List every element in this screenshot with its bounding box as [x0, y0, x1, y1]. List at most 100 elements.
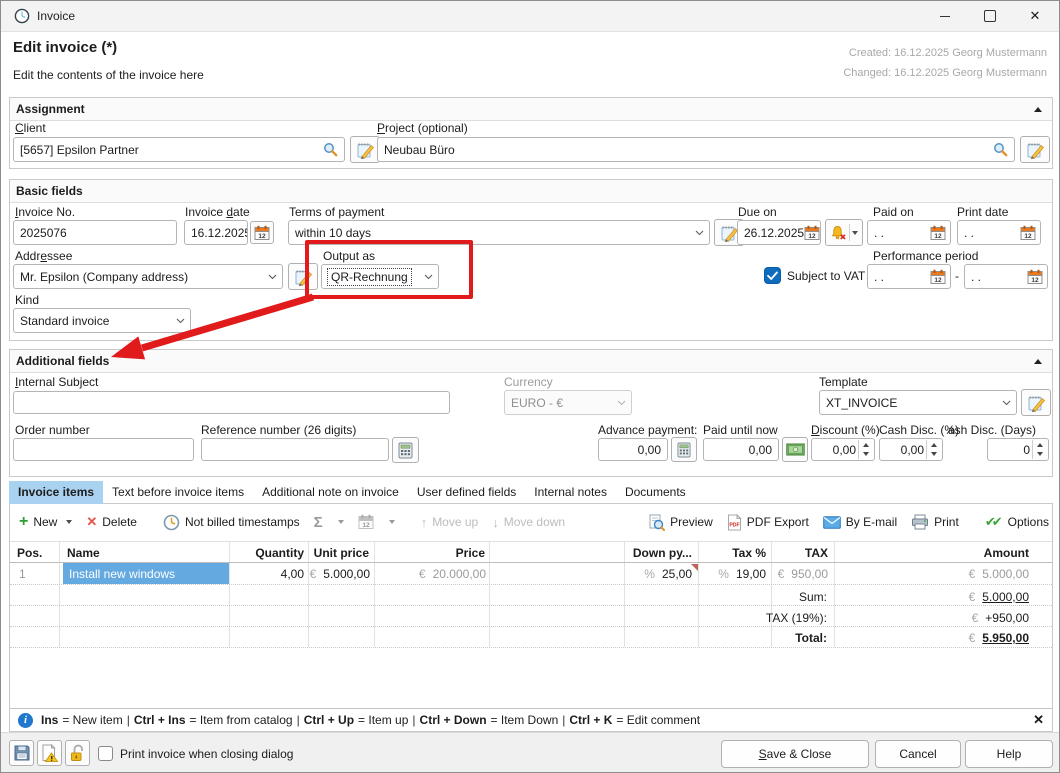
- performance-to-input[interactable]: . . 12: [964, 264, 1048, 289]
- delete-item-button[interactable]: ✕ Delete: [82, 511, 141, 533]
- search-icon[interactable]: [323, 142, 338, 157]
- save-and-close-button[interactable]: Save & Close: [721, 740, 869, 768]
- subject-to-vat-checkbox[interactable]: [764, 267, 781, 284]
- preview-button[interactable]: Preview: [644, 511, 717, 534]
- print-button[interactable]: Print: [907, 511, 963, 533]
- row-down-payment[interactable]: %25,00: [624, 567, 692, 581]
- document-warning-button[interactable]: [37, 740, 62, 766]
- calendar-icon[interactable]: 12: [930, 225, 946, 241]
- row-tax-percent[interactable]: %19,00: [698, 567, 766, 581]
- tab-user-defined-fields[interactable]: User defined fields: [408, 481, 525, 504]
- reference-number-input[interactable]: [201, 438, 389, 461]
- dropdown-arrow-icon[interactable]: [389, 520, 395, 524]
- print-on-close-checkbox[interactable]: [98, 746, 113, 761]
- due-on-input[interactable]: 26.12.2025 12: [737, 220, 821, 245]
- new-item-button[interactable]: + New: [15, 512, 76, 532]
- pdf-export-button[interactable]: PDF PDF Export: [723, 511, 813, 534]
- col-header-name[interactable]: Name: [67, 546, 100, 560]
- calendar-icon[interactable]: 12: [804, 225, 820, 241]
- col-header-pos[interactable]: Pos.: [17, 546, 42, 560]
- calendar-icon[interactable]: 12: [1027, 269, 1043, 285]
- print-on-close-label[interactable]: Print invoice when closing dialog: [120, 747, 293, 761]
- col-header-amount[interactable]: Amount: [834, 546, 1029, 560]
- client-input[interactable]: [5657] Epsilon Partner: [13, 137, 345, 162]
- move-down-button[interactable]: ↓ Move down: [488, 512, 569, 533]
- paid-until-now-input[interactable]: 0,00: [703, 438, 779, 461]
- project-input[interactable]: Neubau Büro: [377, 137, 1015, 162]
- move-up-button[interactable]: ↑ Move up: [417, 512, 483, 533]
- client-edit-button[interactable]: [350, 136, 380, 163]
- invoice-date-calendar-button[interactable]: 12: [250, 221, 274, 244]
- row-unit-price[interactable]: €5.000,00: [308, 567, 370, 581]
- performance-from-input[interactable]: . . 12: [867, 264, 951, 289]
- tab-invoice-items[interactable]: Invoice items: [9, 481, 103, 504]
- cash-discount-days-spinner[interactable]: 0: [987, 438, 1049, 461]
- date-filter-button[interactable]: 12: [354, 511, 399, 533]
- assignment-section-header[interactable]: Assignment: [10, 98, 1052, 121]
- invoice-no-input[interactable]: 2025076: [13, 220, 177, 245]
- col-header-quantity[interactable]: Quantity: [229, 546, 304, 560]
- advance-payment-input[interactable]: 0,00: [598, 438, 668, 461]
- spinner-buttons[interactable]: [1032, 440, 1047, 459]
- reference-calculator-button[interactable]: [392, 437, 419, 463]
- col-header-tax-percent[interactable]: Tax %: [698, 546, 766, 560]
- options-button[interactable]: ✔ ✔ Options: [981, 511, 1060, 533]
- payments-money-button[interactable]: [782, 437, 808, 462]
- hint-close-icon[interactable]: ✕: [1033, 712, 1044, 728]
- print-date-input[interactable]: . . 12: [957, 220, 1041, 245]
- spinner-buttons[interactable]: [926, 440, 941, 459]
- col-header-unit-price[interactable]: Unit price: [308, 546, 369, 560]
- addressee-edit-button[interactable]: [288, 263, 318, 290]
- row-amount[interactable]: €5.000,00: [834, 567, 1029, 581]
- row-tax[interactable]: €950,00: [771, 567, 828, 581]
- template-combo[interactable]: XT_INVOICE: [819, 390, 1017, 415]
- lock-button[interactable]: [65, 740, 90, 766]
- advance-calculator-button[interactable]: [671, 437, 697, 462]
- calendar-icon[interactable]: 12: [930, 269, 946, 285]
- addressee-combo[interactable]: Mr. Epsilon (Company address): [13, 264, 283, 289]
- spinner-buttons[interactable]: [858, 440, 873, 459]
- tab-additional-note-on-invoice[interactable]: Additional note on invoice: [253, 481, 408, 504]
- minimize-button[interactable]: [922, 1, 968, 31]
- not-billed-timestamps-button[interactable]: Not billed timestamps: [159, 511, 304, 534]
- order-number-input[interactable]: [13, 438, 194, 461]
- search-icon[interactable]: [993, 142, 1008, 157]
- row-price[interactable]: €20.000,00: [374, 567, 486, 581]
- by-email-button[interactable]: By E-mail: [819, 512, 901, 532]
- dropdown-arrow-icon[interactable]: [852, 231, 858, 235]
- cash-discount-spinner[interactable]: 0,00: [879, 438, 943, 461]
- col-header-price[interactable]: Price: [374, 546, 485, 560]
- reminder-bell-button[interactable]: [825, 219, 863, 246]
- tab-documents[interactable]: Documents: [616, 481, 695, 504]
- row-quantity[interactable]: 4,00: [229, 567, 304, 581]
- cancel-button[interactable]: Cancel: [875, 740, 961, 768]
- discount-spinner[interactable]: 0,00: [811, 438, 875, 461]
- calendar-icon[interactable]: 12: [1020, 225, 1036, 241]
- tab-text-before-invoice-items[interactable]: Text before invoice items: [103, 481, 253, 504]
- additional-fields-section-header[interactable]: Additional fields: [10, 350, 1052, 373]
- template-edit-button[interactable]: [1021, 389, 1051, 416]
- internal-subject-input[interactable]: [13, 391, 450, 414]
- paid-on-input[interactable]: . . 12: [867, 220, 951, 245]
- dropdown-arrow-icon[interactable]: [338, 520, 344, 524]
- col-header-tax[interactable]: TAX: [771, 546, 828, 560]
- col-header-down-payment[interactable]: Down py...: [624, 546, 692, 560]
- invoice-date-input[interactable]: 16.12.2025: [184, 220, 248, 245]
- save-template-button[interactable]: [9, 740, 34, 766]
- row-pos[interactable]: 1: [19, 567, 26, 581]
- title-bar[interactable]: Invoice ✕: [1, 1, 1059, 32]
- close-button[interactable]: ✕: [1012, 1, 1058, 31]
- kind-combo[interactable]: Standard invoice: [13, 308, 191, 333]
- terms-of-payment-combo[interactable]: within 10 days: [288, 220, 710, 245]
- sum-button[interactable]: Σ: [310, 511, 348, 534]
- help-button[interactable]: Help: [965, 740, 1053, 768]
- output-as-combo[interactable]: QR-Rechnung: [321, 264, 439, 289]
- collapse-up-icon[interactable]: [1034, 359, 1042, 364]
- tab-internal-notes[interactable]: Internal notes: [525, 481, 616, 504]
- maximize-button[interactable]: [968, 1, 1012, 31]
- collapse-up-icon[interactable]: [1034, 107, 1042, 112]
- dropdown-arrow-icon[interactable]: [66, 520, 72, 524]
- subject-to-vat-label[interactable]: Subject to VAT: [787, 269, 865, 283]
- row-name-selected-cell[interactable]: Install new windows: [63, 563, 229, 584]
- project-edit-button[interactable]: [1020, 136, 1050, 163]
